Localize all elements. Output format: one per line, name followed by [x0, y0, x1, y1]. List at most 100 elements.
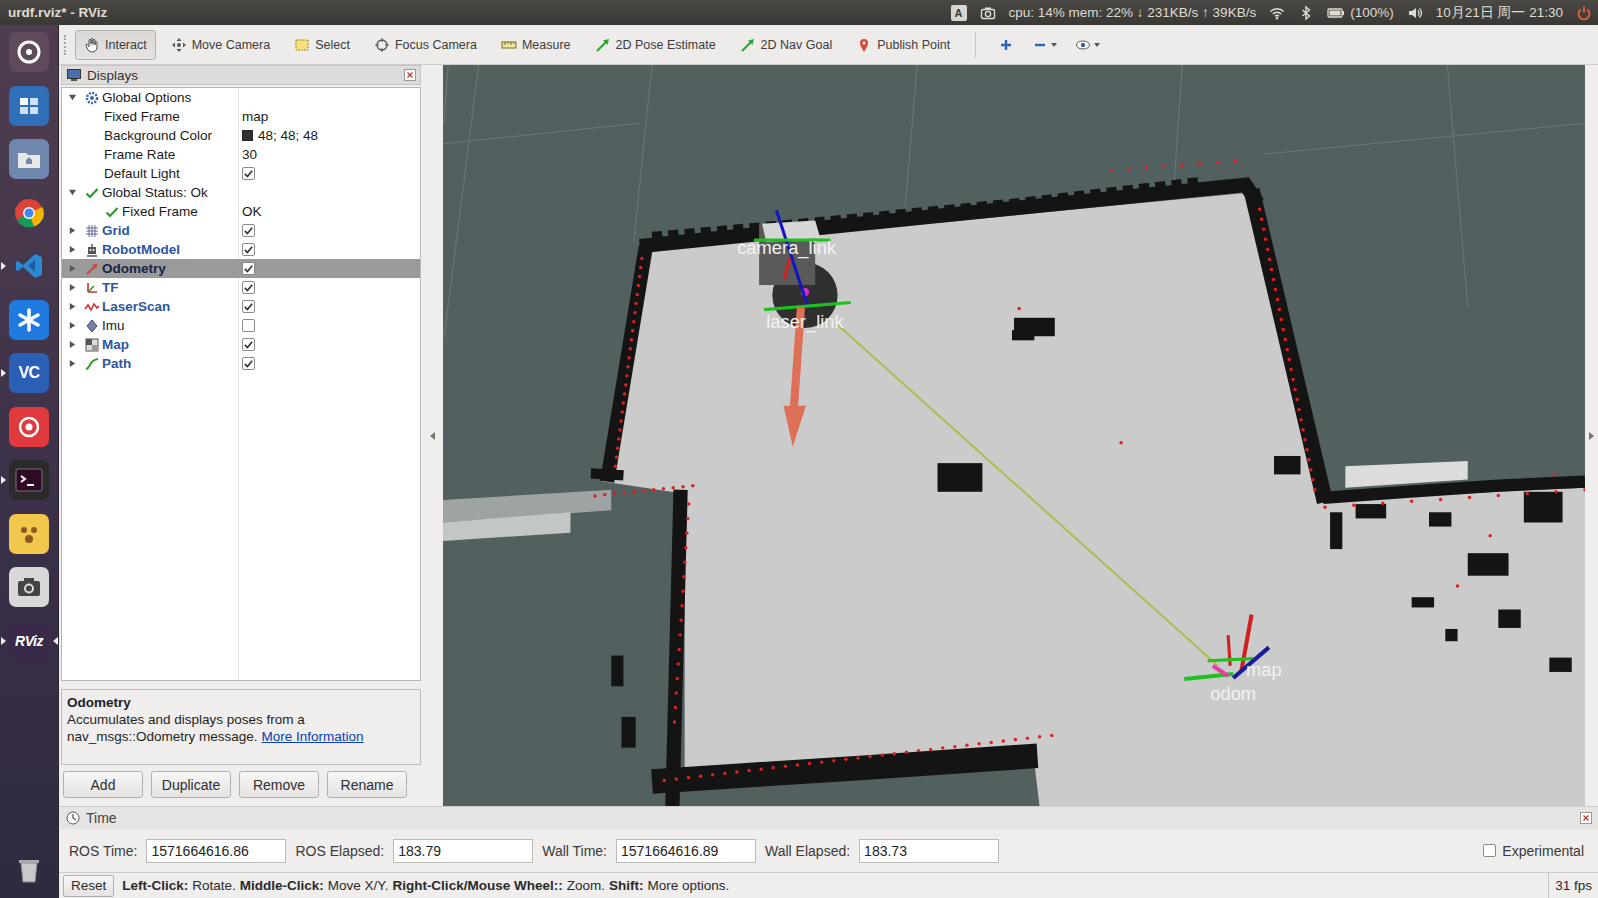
expand-arrow-icon[interactable] [68, 302, 77, 311]
tool-button[interactable]: Select [285, 30, 359, 60]
panels-button[interactable] [1069, 37, 1106, 53]
tool-button[interactable]: 2D Pose Estimate [586, 30, 725, 60]
display-tree-row[interactable]: Odometry [62, 259, 420, 278]
display-tree-row[interactable]: Default Light [62, 164, 420, 183]
laser-point [632, 490, 635, 493]
launcher-item[interactable] [0, 407, 59, 447]
clock[interactable]: 10月21日 周一 21:30 [1436, 4, 1563, 22]
panel-button[interactable]: Duplicate [151, 771, 231, 798]
collapse-arrow-icon[interactable] [68, 188, 77, 197]
display-tree-row[interactable]: Path [62, 354, 420, 373]
display-tree-row[interactable]: Fixed FrameOK [62, 202, 420, 221]
launcher-item[interactable]: VC [0, 353, 59, 393]
close-icon[interactable] [404, 69, 416, 81]
display-tree-row[interactable]: Imu [62, 316, 420, 335]
property-value[interactable]: 48; 48; 48 [258, 128, 318, 143]
3d-view[interactable]: camera_linklaser_linkmapodom [443, 65, 1585, 806]
collapse-arrow-icon[interactable] [68, 93, 77, 102]
display-tree-row[interactable]: Background Color48; 48; 48 [62, 126, 420, 145]
laser-point [677, 648, 680, 651]
close-icon[interactable] [1580, 812, 1592, 824]
expand-arrow-icon[interactable] [68, 359, 77, 368]
laser-point [880, 753, 883, 756]
enable-checkbox[interactable] [242, 167, 255, 180]
property-value[interactable]: 30 [242, 147, 257, 162]
tool-button[interactable]: Focus Camera [365, 30, 486, 60]
enable-checkbox[interactable] [242, 357, 255, 370]
enable-checkbox[interactable] [242, 338, 255, 351]
time-field[interactable]: 1571664616.86 [146, 839, 286, 863]
panel-button[interactable]: Remove [239, 771, 319, 798]
reset-button[interactable]: Reset [63, 875, 114, 897]
tool-button[interactable]: 2D Nav Goal [731, 30, 842, 60]
launcher-item[interactable]: RViz [0, 621, 59, 661]
display-tree-row[interactable]: RobotModel [62, 240, 420, 259]
color-swatch[interactable] [242, 130, 253, 141]
time-field[interactable]: 1571664616.89 [616, 839, 756, 863]
tool-button[interactable]: Measure [492, 30, 580, 60]
launcher-item[interactable] [0, 850, 59, 890]
battery-indicator[interactable]: (100%) [1327, 4, 1394, 22]
display-tree-row[interactable]: Fixed Framemap [62, 107, 420, 126]
laser-point [953, 745, 956, 748]
more-information-link[interactable]: More Information [262, 729, 364, 744]
property-value[interactable]: OK [242, 204, 262, 219]
tool-button[interactable]: Interact [75, 30, 156, 60]
grid-line [905, 65, 917, 210]
display-tree-row[interactable]: Global Options [62, 88, 420, 107]
map-obstacle [938, 463, 983, 492]
display-tree-row[interactable]: LaserScan [62, 297, 420, 316]
laser-point [1323, 505, 1326, 508]
tool-button[interactable]: Move Camera [162, 30, 280, 60]
launcher-item[interactable] [0, 193, 59, 233]
add-tool-button[interactable] [992, 37, 1020, 53]
panel-button[interactable]: Add [63, 771, 143, 798]
grid-line [1174, 65, 1182, 185]
enable-checkbox[interactable] [242, 300, 255, 313]
enable-checkbox[interactable] [242, 281, 255, 294]
running-indicator [1, 369, 6, 377]
display-tree-row[interactable]: TF [62, 278, 420, 297]
row-label: Default Light [104, 166, 180, 181]
expand-arrow-icon[interactable] [68, 321, 77, 330]
expand-arrow-icon[interactable] [68, 245, 77, 254]
render-canvas[interactable]: camera_linklaser_linkmapodom [443, 65, 1585, 806]
display-tree-row[interactable]: Frame Rate30 [62, 145, 420, 164]
launcher-item[interactable] [0, 300, 59, 340]
enable-checkbox[interactable] [242, 224, 255, 237]
panel-button[interactable]: Rename [327, 771, 407, 798]
expand-arrow-icon[interactable] [68, 264, 77, 273]
launcher-item[interactable] [0, 460, 59, 500]
frame-label: map [1246, 659, 1282, 680]
enable-checkbox[interactable] [242, 319, 255, 332]
display-tree-row[interactable]: Global Status: Ok [62, 183, 420, 202]
system-monitor[interactable]: cpu: 14% mem: 22% ↓ 231KB/s ↑ 39KB/s [1009, 5, 1257, 20]
frame-label: odom [1210, 683, 1256, 704]
launcher-item[interactable] [0, 514, 59, 554]
time-field[interactable]: 183.79 [393, 839, 533, 863]
enable-checkbox[interactable] [242, 243, 255, 256]
launcher-item[interactable] [0, 86, 59, 126]
launcher-item[interactable] [0, 32, 59, 72]
expand-arrow-icon[interactable] [68, 226, 77, 235]
description-box: OdometryAccumulates and displays poses f… [61, 689, 421, 765]
tool-button[interactable]: Publish Point [847, 30, 959, 60]
experimental-option[interactable]: Experimental [1483, 843, 1588, 859]
experimental-checkbox[interactable] [1483, 844, 1496, 857]
time-field[interactable]: 183.73 [859, 839, 999, 863]
launcher-item[interactable] [0, 567, 59, 607]
display-tree-row[interactable]: Grid [62, 221, 420, 240]
launcher-item[interactable] [0, 139, 59, 179]
launcher-item[interactable] [0, 246, 59, 286]
enable-checkbox[interactable] [242, 262, 255, 275]
property-value[interactable]: map [242, 109, 268, 124]
remove-tool-button[interactable] [1026, 37, 1063, 53]
expand-arrow-icon[interactable] [68, 340, 77, 349]
display-tree-row[interactable]: Map [62, 335, 420, 354]
map-obstacle [1445, 629, 1457, 641]
splitter[interactable] [421, 65, 443, 806]
right-splitter[interactable] [1585, 65, 1598, 806]
keyboard-indicator[interactable]: A [951, 5, 967, 21]
laser-point [699, 774, 702, 777]
expand-arrow-icon[interactable] [68, 283, 77, 292]
